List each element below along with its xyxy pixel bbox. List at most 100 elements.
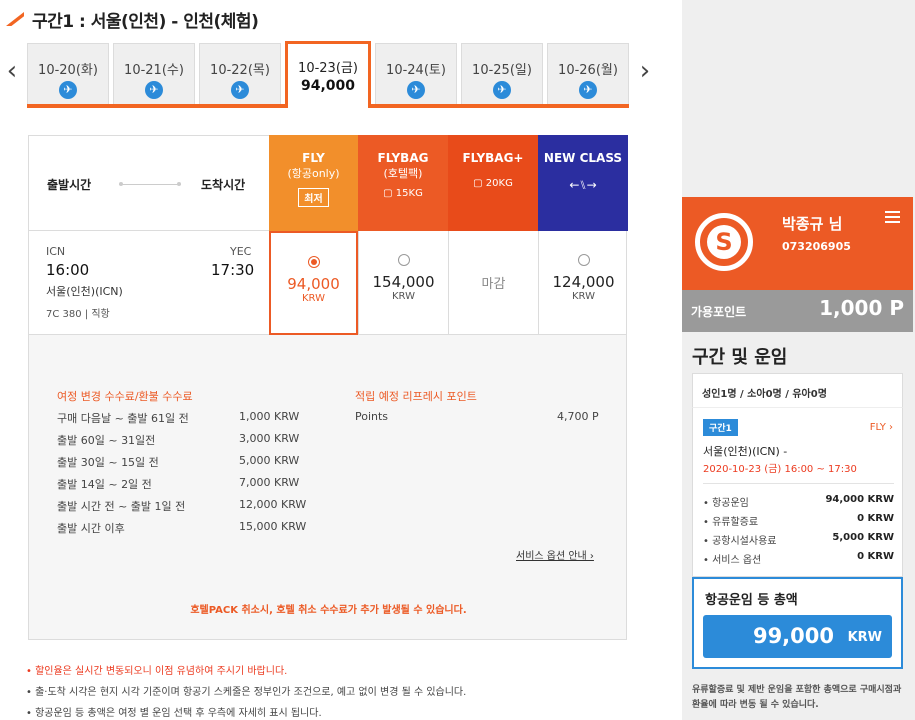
total-amount: 99,000 [752,624,834,648]
date-tab-1025[interactable]: 10-25(일) ✈ [461,43,543,104]
segment-badge: 구간1 [703,419,738,436]
service-option-link[interactable]: 서비스 옵션 안내 › [516,547,594,562]
line-label: • 유류할증료 [703,517,759,528]
date-tab-1022[interactable]: 10-22(목) ✈ [199,43,281,104]
no-flight-plane-icon: ✈ [231,81,249,99]
class-name: FLYBAG [377,151,429,165]
radio-unselected[interactable] [577,254,590,266]
fee-label: 출발 30일 ~ 15일 전 [57,456,159,469]
fare-table: 출발시간 도착시간 FLY (항공only) 최저 FLYBAG (호텔팩) ▢… [28,135,628,335]
baggage-allowance: ▢ 15KG [358,188,448,199]
line-value: 0 KRW [857,513,894,524]
menu-icon[interactable] [885,211,900,223]
total-label: 항공운임 등 총액 [705,593,798,608]
fee-label: 출발 60일 ~ 31일전 [57,434,156,447]
fare-detail-panel: 여정 변경 수수료/환불 수수료 적립 예정 리프레시 포인트 구매 다음날 ~… [28,335,627,640]
notice-list: • 할인율은 실시간 변동되오니 이점 유념하여 주시기 바랍니다. • 출·도… [26,661,646,720]
total-currency: KRW [847,630,882,645]
prev-date-arrow-icon[interactable]: ‹ [0,56,24,86]
fare-option-flybag-plus-closed: 마감 [448,231,538,335]
baggage-weight: 15KG [395,188,423,199]
no-flight-plane-icon: ✈ [579,81,597,99]
no-flight-plane-icon: ✈ [407,81,425,99]
fee-value: 7,000 KRW [239,476,300,489]
fare-amount: 94,000 [287,275,340,293]
notice-item: • 출·도착 시각은 현지 시각 기준이며 항공기 스케줄은 정부인가 조건으로… [26,687,467,698]
member-id: 073206905 [782,240,851,253]
total-fare-box: 항공운임 등 총액 99,000 KRW [692,577,903,669]
passenger-count: 성인1명 / 소아0명 / 유아0명 [692,373,903,407]
origin-city: 서울(인천)(ICN) [46,285,123,298]
fee-value: 15,000 KRW [239,520,307,533]
date-lowest-price: 94,000 [300,78,356,94]
fare-currency: KRW [302,293,325,304]
sold-out-label: 마감 [481,277,506,292]
total-footnote: 유류할증료 및 제반 운임을 포함한 총액으로 구매시점과 환율에 따라 변동 … [692,685,902,710]
date-label: 10-23(금) [298,61,358,76]
time-header: 출발시간 도착시간 [29,135,269,231]
fee-label: 출발 시간 전 ~ 출발 1일 전 [57,500,186,513]
member-logo-icon: S [695,213,753,271]
line-label: • 서비스 옵션 [703,555,762,566]
date-label: 10-25(일) [472,63,532,78]
fee-label: 출발 14일 ~ 2일 전 [57,478,152,491]
baggage-weight: 20KG [485,178,513,189]
summary-title: 구간 및 운임 [692,347,788,368]
radio-selected[interactable] [307,256,320,268]
class-sub: (항공only) [287,167,340,180]
fee-value: 1,000 KRW [239,410,300,423]
segment-class-link[interactable]: FLY › [870,422,893,433]
fare-option-flybag[interactable]: 154,000 KRW [358,231,448,335]
available-points-bar: 가용포인트 1,000 P [682,290,913,332]
line-label: • 항공운임 [703,498,749,509]
points-value: 4,700 P [557,410,599,423]
date-tab-1024[interactable]: 10-24(토) ✈ [375,43,457,104]
points-label: 가용포인트 [691,305,747,319]
line-value: 94,000 KRW [825,494,894,505]
radio-unselected[interactable] [397,254,410,266]
baggage-icon: ▢ [473,178,486,189]
date-label: 10-20(화) [38,63,98,78]
fare-currency: KRW [572,291,595,302]
fare-option-new-class[interactable]: 124,000 KRW [538,231,628,335]
class-name: FLY [302,151,325,165]
flight-info: ICN YEC 16:00 17:30 서울(인천)(ICN) 7C 380 |… [29,231,269,335]
fee-value: 5,000 KRW [239,454,300,467]
class-header-flybag-plus: FLYBAG+ ▢ 20KG [448,135,538,231]
fare-amount: 154,000 [372,273,435,291]
summary-line: • 공항시설사용료 5,000 KRW [703,532,894,547]
notice-item: • 할인율은 실시간 변동되오니 이점 유념하여 주시기 바랍니다. [26,666,288,677]
class-header-flybag: FLYBAG (호텔팩) ▢ 15KG [358,135,448,231]
date-tab-1026[interactable]: 10-26(월) ✈ [547,43,629,104]
user-card: S 박종규 님 073206905 [682,197,913,290]
date-label: 10-26(월) [558,63,618,78]
notice-item: • 항공운임 등 총액은 여정 별 운임 선택 후 우측에 자세히 표시 됩니다… [26,708,322,719]
points-value: 1,000 P [819,296,904,320]
arrive-time-header: 도착시간 [201,178,246,192]
divider [703,483,894,484]
date-tab-bar: ‹ 10-20(화) ✈ 10-21(수) ✈ 10-22(목) ✈ 10-23… [0,41,660,108]
baggage-icon: ▢ [383,188,396,199]
no-flight-plane-icon: ✈ [145,81,163,99]
fare-amount: 124,000 [552,273,615,291]
fare-currency: KRW [392,291,415,302]
date-tab-1021[interactable]: 10-21(수) ✈ [113,43,195,104]
route-line-icon [119,182,181,186]
date-tab-1023-selected[interactable]: 10-23(금) 94,000 [285,41,371,108]
class-sub: (호텔팩) [383,167,423,180]
section-title-text: 구간1 : 서울(인천) - 인천(체험) [32,11,259,32]
summary-line: • 항공운임 94,000 KRW [703,494,894,509]
fare-option-fly[interactable]: 94,000 KRW [269,231,358,335]
hotel-cancel-note: 호텔PACK 취소시, 호텔 취소 수수료가 추가 발생될 수 있습니다. [190,605,467,616]
date-tabs: 10-20(화) ✈ 10-21(수) ✈ 10-22(목) ✈ 10-23(금… [27,41,629,108]
flight-type: 직항 [91,309,110,320]
next-date-arrow-icon[interactable]: › [633,56,657,86]
date-tab-1020[interactable]: 10-20(화) ✈ [27,43,109,104]
baggage-allowance: ▢ 20KG [448,178,538,189]
class-header-fly: FLY (항공only) 최저 [269,135,358,231]
arrive-time: 17:30 [211,261,255,279]
fee-title: 여정 변경 수수료/환불 수수료 [57,390,193,403]
user-name: 박종규 님 [782,215,843,233]
flag-icon [6,12,24,26]
fee-label: 구매 다음날 ~ 출발 61일 전 [57,412,189,425]
